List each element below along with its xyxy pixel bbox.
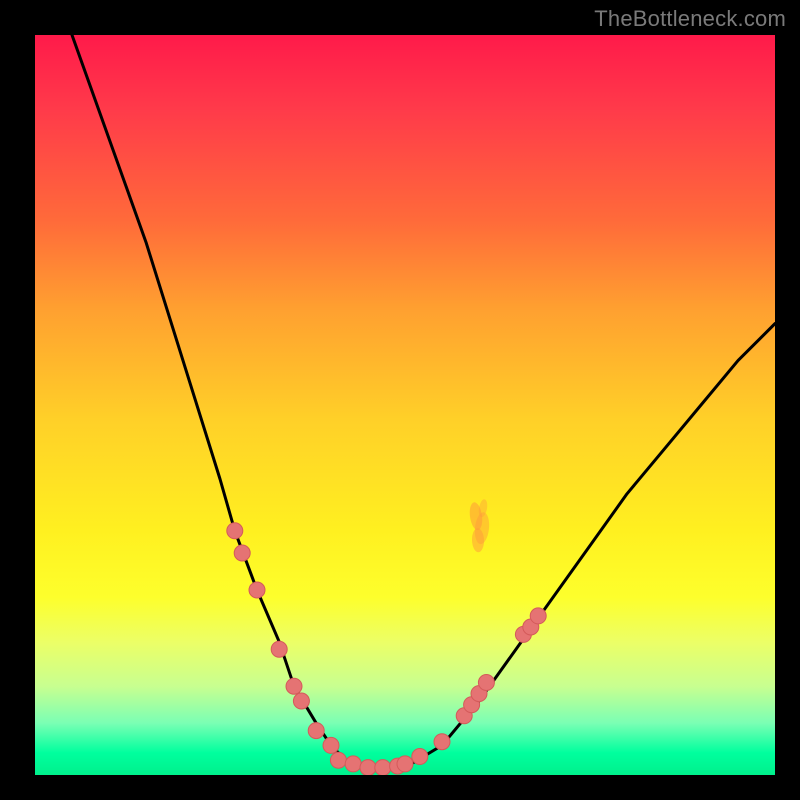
bottleneck-curve [72,35,775,768]
data-marker [345,756,361,772]
data-marker [397,756,413,772]
data-marker [293,693,309,709]
data-marker [271,641,287,657]
chart-svg [35,35,775,775]
data-marker [412,749,428,765]
data-marker [330,752,346,768]
data-marker [227,523,243,539]
watermark-text: TheBottleneck.com [594,6,786,32]
chart-frame: TheBottleneck.com [0,0,800,800]
data-marker [323,737,339,753]
data-marker [360,760,376,775]
data-marker [478,675,494,691]
data-marker [308,723,324,739]
data-marker [249,582,265,598]
data-marker [530,608,546,624]
chart-plot-area [35,35,775,775]
data-marker [286,678,302,694]
curve-layer [72,35,775,768]
data-marker [375,760,391,775]
data-marker [434,734,450,750]
data-marker [234,545,250,561]
marker-layer [227,523,546,775]
flame-layer [468,499,491,553]
